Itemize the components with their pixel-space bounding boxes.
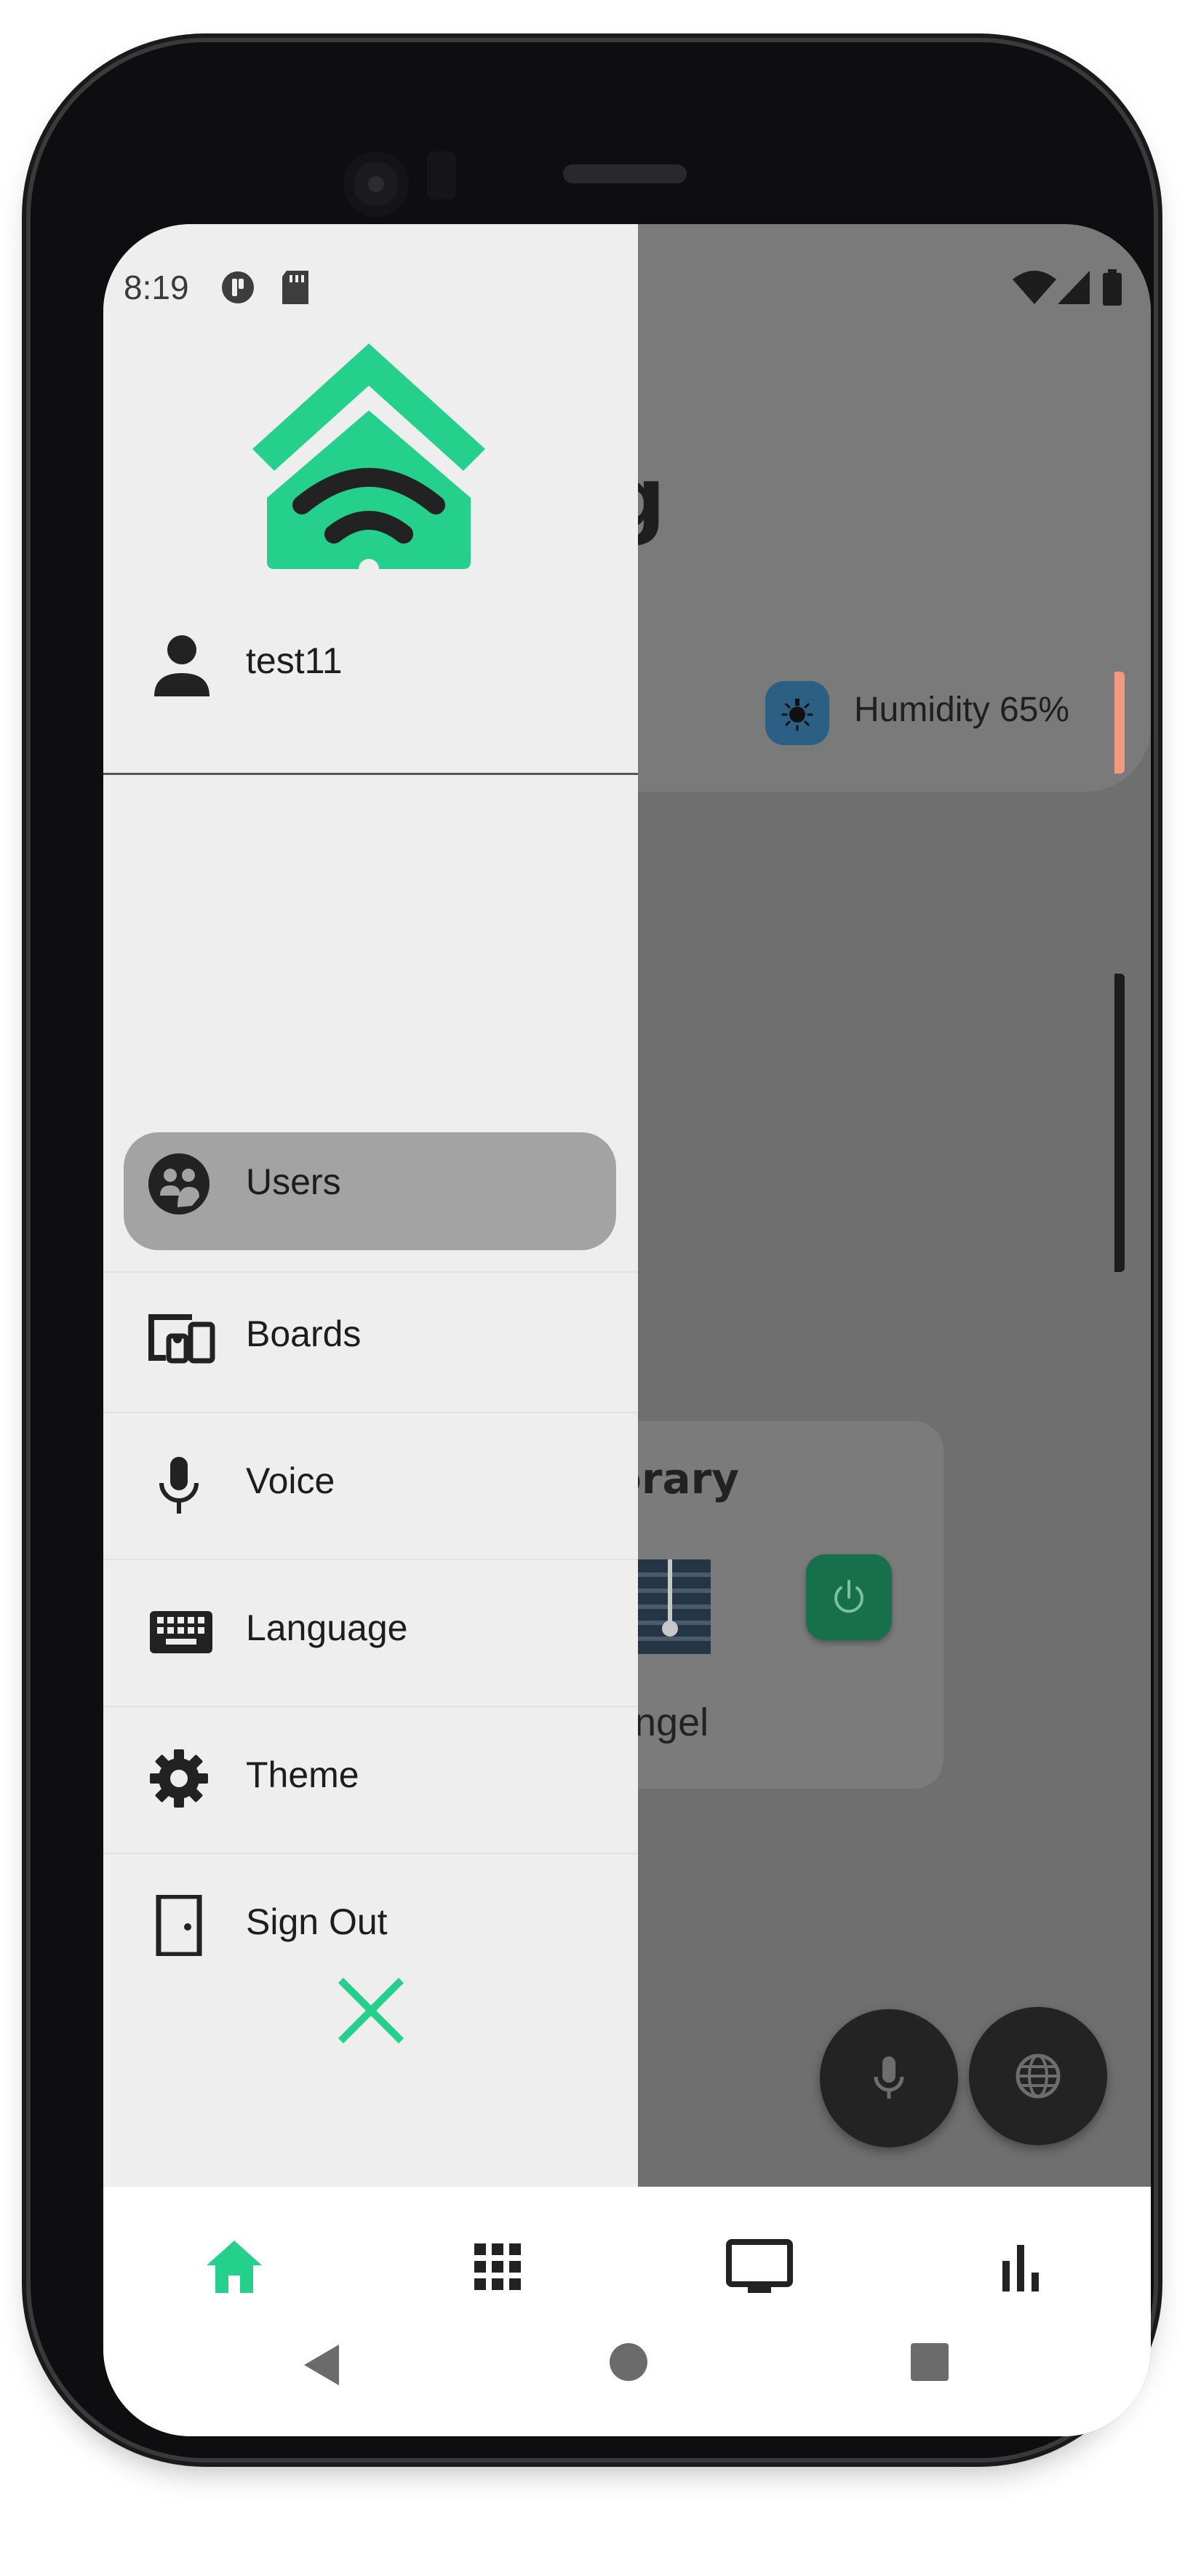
devices-icon (148, 1314, 215, 1364)
bottom-navigation (103, 2187, 1151, 2436)
menu-item-boards[interactable]: Boards (103, 1265, 638, 1413)
power-key (1114, 672, 1125, 774)
bar-chart-icon[interactable] (983, 2230, 1056, 2303)
grid-icon[interactable] (461, 2230, 534, 2303)
device-thumbnail (627, 1559, 711, 1654)
menu-item-language[interactable]: Language (103, 1559, 638, 1707)
menu-label-theme: Theme (246, 1754, 359, 1795)
voice-fab[interactable] (820, 2009, 958, 2147)
menu-label-sign-out: Sign Out (246, 1901, 388, 1942)
app-notification-icon (222, 271, 254, 303)
menu-item-users[interactable]: Users (103, 1124, 638, 1273)
humidity-icon (765, 681, 829, 745)
phone-frame: g Humidity 65% orary (31, 42, 1154, 2458)
monitor-icon[interactable] (723, 2230, 796, 2303)
menu-label-language: Language (246, 1607, 408, 1648)
drawer-divider (103, 773, 638, 775)
wifi-icon (1013, 271, 1056, 304)
screen: g Humidity 65% orary (103, 224, 1151, 2436)
globe-icon (1016, 2054, 1061, 2099)
menu-label-users: Users (246, 1161, 341, 1202)
power-button[interactable] (806, 1554, 892, 1640)
menu-item-theme[interactable]: Theme (103, 1706, 638, 1854)
menu-item-voice[interactable]: Voice (103, 1412, 638, 1560)
microphone-icon (159, 1457, 199, 1514)
gear-icon (150, 1749, 208, 1808)
language-fab[interactable] (969, 2007, 1107, 2145)
status-time: 8:19 (124, 269, 189, 306)
app-logo (252, 343, 485, 569)
keyboard-icon (150, 1611, 212, 1653)
username: test11 (246, 640, 343, 681)
volume-key (1114, 974, 1125, 1272)
back-icon[interactable] (300, 2342, 343, 2388)
close-icon[interactable] (335, 1974, 407, 2047)
menu-label-boards: Boards (246, 1313, 362, 1354)
home-icon[interactable] (198, 2230, 271, 2303)
users-icon (148, 1153, 210, 1215)
proximity-sensor (427, 151, 456, 199)
recents-icon[interactable] (909, 2342, 950, 2382)
navigation-drawer: 8:19 test11 Users Boards Voice Language … (103, 224, 638, 2187)
menu-label-voice: Voice (246, 1460, 335, 1501)
front-camera (343, 151, 409, 217)
battery-icon (1103, 269, 1122, 306)
home-circle-icon[interactable] (608, 2342, 649, 2382)
microphone-icon (874, 2056, 904, 2099)
cellular-signal-icon (1058, 271, 1090, 304)
person-icon (154, 635, 210, 696)
earpiece-speaker (563, 164, 687, 183)
device-label-fragment: ngel (634, 1701, 709, 1744)
humidity-reading: Humidity 65% (854, 691, 1070, 729)
sd-card-icon (282, 271, 308, 304)
door-icon (156, 1895, 202, 1956)
user-profile-row[interactable]: test11 (103, 621, 638, 708)
